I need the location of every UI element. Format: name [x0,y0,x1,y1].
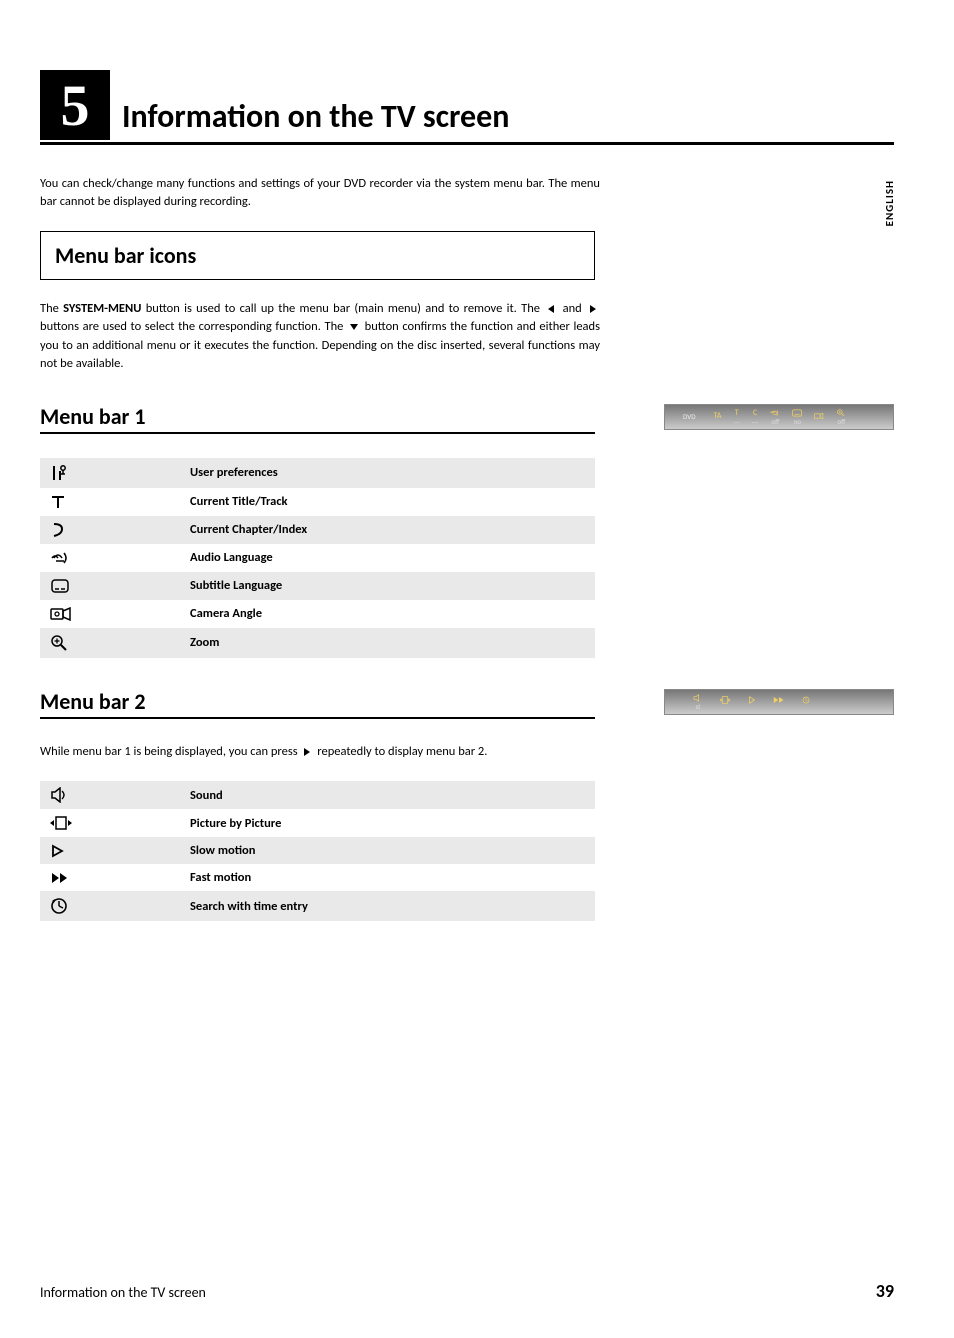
chapter-icon [40,516,180,544]
sound-icon [40,781,180,809]
osd-audio-icon: off [770,409,780,425]
row-label: Audio Language [180,544,595,572]
table-row: Current Title/Track [40,488,595,516]
menubar2-table: Sound Picture by Picture Slow motion Fas… [40,781,595,921]
menubar2-heading: Menu bar 2 [40,688,595,715]
text-part: button is used to call up the menu bar (… [146,301,545,316]
row-label: Zoom [180,628,595,658]
osd-pbp-icon [719,696,731,707]
text-part: While menu bar 1 is being displayed, you… [40,744,300,759]
menubar2-intro: While menu bar 1 is being displayed, you… [40,743,600,761]
osd-slow-icon [747,696,757,707]
text-part: buttons are used to select the correspon… [40,319,347,334]
osd-camera-icon [814,412,824,421]
row-label: Fast motion [180,864,595,891]
section-heading-box: Menu bar icons [40,231,595,280]
row-label: Search with time entry [180,891,595,921]
chapter-header: 5 Information on the TV screen [40,70,894,140]
time-search-icon [40,891,180,921]
text-part: and [563,301,586,316]
chapter-title: Information on the TV screen [122,97,509,140]
menubar2-heading-row: Menu bar 2 st [40,688,894,715]
fast-motion-icon [40,864,180,891]
menubar1-rule [40,432,595,434]
menubar1-osd: DVD TA T--- C--- off no off [664,404,894,430]
row-label: Subtitle Language [180,572,595,600]
chapter-rule [40,142,894,145]
osd-time-icon [801,696,811,707]
table-row: Sound [40,781,595,809]
right-arrow-icon [588,300,598,318]
osd-subtitle-icon: no [792,409,802,425]
page-footer: Information on the TV screen 39 [40,1280,894,1302]
title-icon [40,488,180,516]
chapter-number-box: 5 [40,70,110,140]
table-row: Subtitle Language [40,572,595,600]
row-label: Camera Angle [180,600,595,628]
table-row: User preferences [40,458,595,488]
section1-paragraph: The SYSTEM-MENU button is used to call u… [40,300,600,373]
audio-language-icon [40,544,180,572]
osd-zoom-icon: off [836,409,846,425]
osd-sound-icon: st [693,694,703,710]
table-row: Current Chapter/Index [40,516,595,544]
row-label: Slow motion [180,837,595,864]
row-label: Picture by Picture [180,809,595,837]
table-row: Camera Angle [40,600,595,628]
zoom-icon [40,628,180,658]
osd-item: C--- [752,408,758,426]
table-row: Picture by Picture [40,809,595,837]
menubar2-rule [40,717,595,719]
intro-paragraph: You can check/change many functions and … [40,175,600,211]
osd-fast-icon [773,696,785,707]
footer-page-number: 39 [876,1280,894,1302]
system-menu-button-label: SYSTEM-MENU [63,301,141,316]
menubar2-osd: st [664,689,894,715]
row-label: Current Title/Track [180,488,595,516]
subtitle-language-icon [40,572,180,600]
camera-angle-icon [40,600,180,628]
osd-item: T--- [733,408,739,426]
table-row: Search with time entry [40,891,595,921]
table-row: Slow motion [40,837,595,864]
left-arrow-icon [546,300,556,318]
menubar1-heading-row: Menu bar 1 DVD TA T--- C--- off no off [40,403,894,430]
menubar1-heading: Menu bar 1 [40,403,595,430]
row-label: Sound [180,781,595,809]
text-part: The [40,301,63,316]
prefs-icon [40,458,180,488]
menubar1-table: User preferences Current Title/Track Cur… [40,458,595,658]
table-row: Audio Language [40,544,595,572]
table-row: Fast motion [40,864,595,891]
row-label: User preferences [180,458,595,488]
row-label: Current Chapter/Index [180,516,595,544]
down-arrow-icon [349,318,359,336]
table-row: Zoom [40,628,595,658]
picture-by-picture-icon [40,809,180,837]
language-tab: ENGLISH [883,180,896,226]
text-part: repeatedly to display menu bar 2. [317,744,487,759]
slow-motion-icon [40,837,180,864]
right-arrow-icon [302,743,312,761]
footer-title: Information on the TV screen [40,1284,206,1301]
osd-dvd-label: DVD [683,412,696,421]
osd-item: TA [714,411,722,422]
